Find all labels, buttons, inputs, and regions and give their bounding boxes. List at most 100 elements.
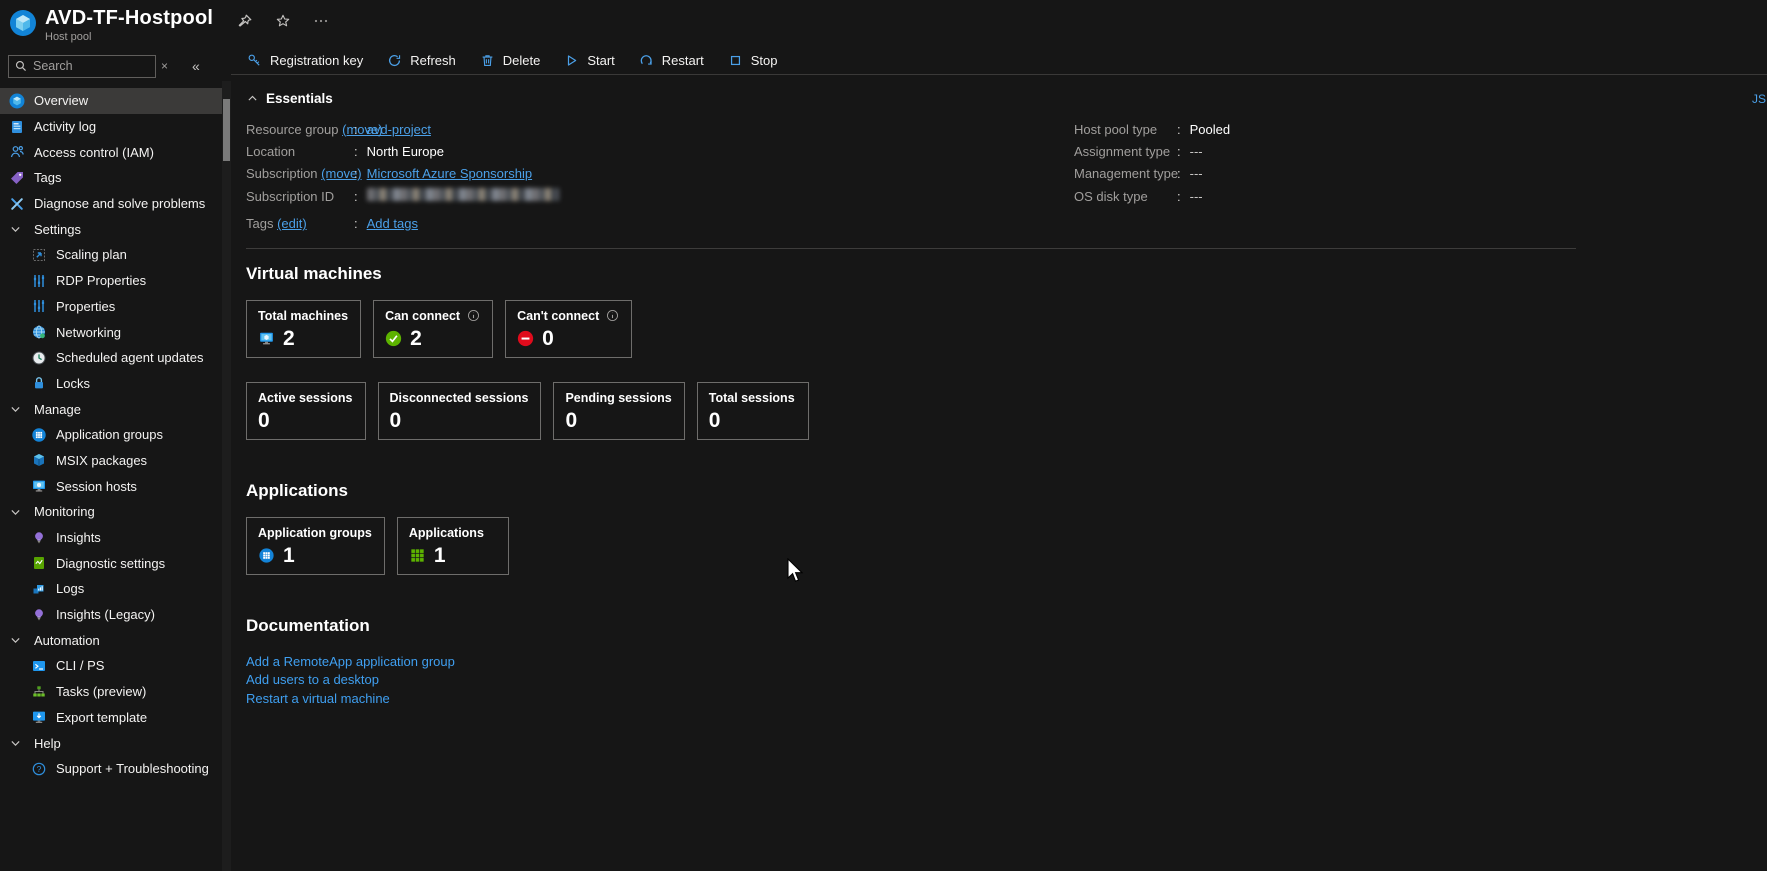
svg-text:?: ? — [37, 764, 42, 774]
tile-application-groups[interactable]: Application groups1 — [246, 517, 385, 575]
tile-can-connect[interactable]: Can connect2 — [373, 300, 493, 358]
play-icon — [564, 53, 579, 68]
star-icon[interactable] — [275, 13, 291, 29]
sidebar-item-diagnose-and-solve-problems[interactable]: Diagnose and solve problems — [0, 191, 222, 217]
avd-project-link[interactable]: avd-project — [367, 122, 431, 137]
sidebar-item-insights[interactable]: Insights — [0, 525, 222, 551]
vm-tiles-row1: Total machines2Can connect2Can't connect… — [246, 300, 1767, 358]
sidebar-item-label: CLI / PS — [56, 658, 104, 673]
sidebar-item-locks[interactable]: Locks — [0, 371, 222, 397]
essentials-value-subscription[interactable]: Microsoft Azure Sponsorship — [367, 166, 532, 181]
azure-portal-hostpool-page: AVD-TF-Hostpool Host pool × « — [0, 0, 1767, 871]
sidebar: × « OverviewActivity logAccess control (… — [0, 46, 222, 871]
sidebar-item-label: Insights — [56, 530, 101, 545]
sidebar-item-scheduled-agent-updates[interactable]: Scheduled agent updates — [0, 345, 222, 371]
search-input[interactable] — [9, 56, 155, 77]
trash-icon — [480, 53, 495, 68]
essentials-row-subscription-id: Subscription ID: — [246, 185, 1074, 207]
tags-edit-link[interactable]: (edit) — [277, 216, 307, 231]
content-scrollbar[interactable] — [222, 81, 231, 871]
add-tags-link[interactable]: Add tags — [367, 216, 418, 231]
doc-link-restart-a-virtual-machine[interactable]: Restart a virtual machine — [246, 690, 1767, 709]
sidebar-item-logs[interactable]: Logs — [0, 576, 222, 602]
essentials-value-resource-group[interactable]: avd-project — [367, 122, 431, 137]
sidebar-item-cli-ps[interactable]: CLI / PS — [0, 653, 222, 679]
doc-link-add-users-to-a-desktop[interactable]: Add users to a desktop — [246, 671, 1767, 690]
tile-disconnected-sessions[interactable]: Disconnected sessions0 — [378, 382, 542, 440]
sidebar-group-settings[interactable]: Settings — [0, 216, 222, 242]
chevron-up-icon[interactable] — [246, 92, 259, 105]
sidebar-item-tasks-preview[interactable]: Tasks (preview) — [0, 679, 222, 705]
essentials-row-location: Location:North Europe — [246, 140, 1074, 162]
microsoft-azure-sponsorship-link[interactable]: Microsoft Azure Sponsorship — [367, 166, 532, 181]
sidebar-item-overview[interactable]: Overview — [0, 88, 222, 114]
tile-label: Applications — [409, 526, 484, 540]
json-view-link[interactable]: JS — [1752, 92, 1767, 106]
sidebar-group-manage[interactable]: Manage — [0, 396, 222, 422]
sidebar-item-access-control-iam[interactable]: Access control (IAM) — [0, 139, 222, 165]
tile-value: 0 — [565, 410, 577, 432]
sidebar-item-networking[interactable]: Networking — [0, 319, 222, 345]
sidebar-item-tags[interactable]: Tags — [0, 165, 222, 191]
sidebar-item-label: Scaling plan — [56, 247, 127, 262]
essentials-value-tags[interactable]: Add tags — [367, 216, 418, 231]
essentials-colon: : — [1177, 122, 1181, 137]
ellipsis-icon[interactable] — [313, 13, 329, 29]
stop-button[interactable]: Stop — [728, 53, 778, 68]
sidebar-group-monitoring[interactable]: Monitoring — [0, 499, 222, 525]
sidebar-collapse-button[interactable]: « — [187, 56, 205, 76]
documentation-links: Add a RemoteApp application groupAdd use… — [246, 653, 1767, 709]
tile-total-sessions[interactable]: Total sessions0 — [697, 382, 809, 440]
tile-applications[interactable]: Applications 1 — [397, 517, 509, 575]
doc-link-add-a-remoteapp-application-group[interactable]: Add a RemoteApp application group — [246, 653, 1767, 672]
sidebar-item-properties[interactable]: Properties — [0, 294, 222, 320]
sidebar-item-msix-packages[interactable]: MSIX packages — [0, 448, 222, 474]
sidebar-item-session-hosts[interactable]: Session hosts — [0, 473, 222, 499]
info-icon — [606, 309, 619, 322]
activity-log-icon — [9, 119, 25, 135]
diagnostic-settings-icon — [31, 555, 47, 571]
delete-button[interactable]: Delete — [480, 53, 541, 68]
sidebar-item-export-template[interactable]: Export template — [0, 705, 222, 731]
app-groups-icon — [31, 427, 47, 443]
sidebar-item-scaling-plan[interactable]: Scaling plan — [0, 242, 222, 268]
start-button[interactable]: Start — [564, 53, 614, 68]
tile-value: 2 — [283, 328, 295, 350]
pin-icon[interactable] — [237, 13, 253, 29]
search-box[interactable] — [8, 55, 156, 78]
sidebar-item-insights-legacy[interactable]: Insights (Legacy) — [0, 602, 222, 628]
registration-key-button[interactable]: Registration key — [247, 53, 363, 68]
essentials-left-column: Resource group (move):avd-projectLocatio… — [246, 118, 1074, 235]
tile-value: 1 — [434, 545, 446, 567]
sidebar-item-application-groups[interactable]: Application groups — [0, 422, 222, 448]
sidebar-item-label: Export template — [56, 710, 147, 725]
sidebar-item-diagnostic-settings[interactable]: Diagnostic settings — [0, 550, 222, 576]
tile-pending-sessions[interactable]: Pending sessions0 — [553, 382, 684, 440]
chevron-down-icon — [9, 632, 25, 648]
support-icon: ? — [31, 761, 47, 777]
sidebar-item-support-troubleshooting[interactable]: ?Support + Troubleshooting — [0, 756, 222, 782]
diagnose-icon — [9, 196, 25, 212]
restart-button[interactable]: Restart — [639, 53, 704, 68]
tile-active-sessions[interactable]: Active sessions0 — [246, 382, 366, 440]
tile-total-machines[interactable]: Total machines2 — [246, 300, 361, 358]
sidebar-item-activity-log[interactable]: Activity log — [0, 114, 222, 140]
essentials-row-host-pool-type: Host pool type:Pooled — [1074, 118, 1767, 140]
bulb-icon — [31, 530, 47, 546]
title-block: AVD-TF-Hostpool Host pool — [45, 7, 213, 43]
essentials-right-column: Host pool type:PooledAssignment type:---… — [1074, 118, 1767, 235]
scrollbar-thumb[interactable] — [223, 99, 230, 161]
info-icon — [467, 309, 480, 322]
refresh-button[interactable]: Refresh — [387, 53, 456, 68]
sidebar-item-label: Scheduled agent updates — [56, 350, 203, 365]
application-tiles-row: Application groups1 Applications 1 — [246, 517, 1767, 575]
essentials-row-tags: Tags (edit):Add tags — [246, 213, 1074, 235]
search-clear-button[interactable]: × — [156, 57, 173, 75]
tile-can-t-connect[interactable]: Can't connect0 — [505, 300, 632, 358]
stop-icon — [728, 53, 743, 68]
sidebar-group-help[interactable]: Help — [0, 730, 222, 756]
essentials-value-host-pool-type: Pooled — [1190, 122, 1230, 137]
sidebar-item-rdp-properties[interactable]: RDP Properties — [0, 268, 222, 294]
sidebar-group-automation[interactable]: Automation — [0, 627, 222, 653]
main-area: × « OverviewActivity logAccess control (… — [0, 46, 1767, 871]
